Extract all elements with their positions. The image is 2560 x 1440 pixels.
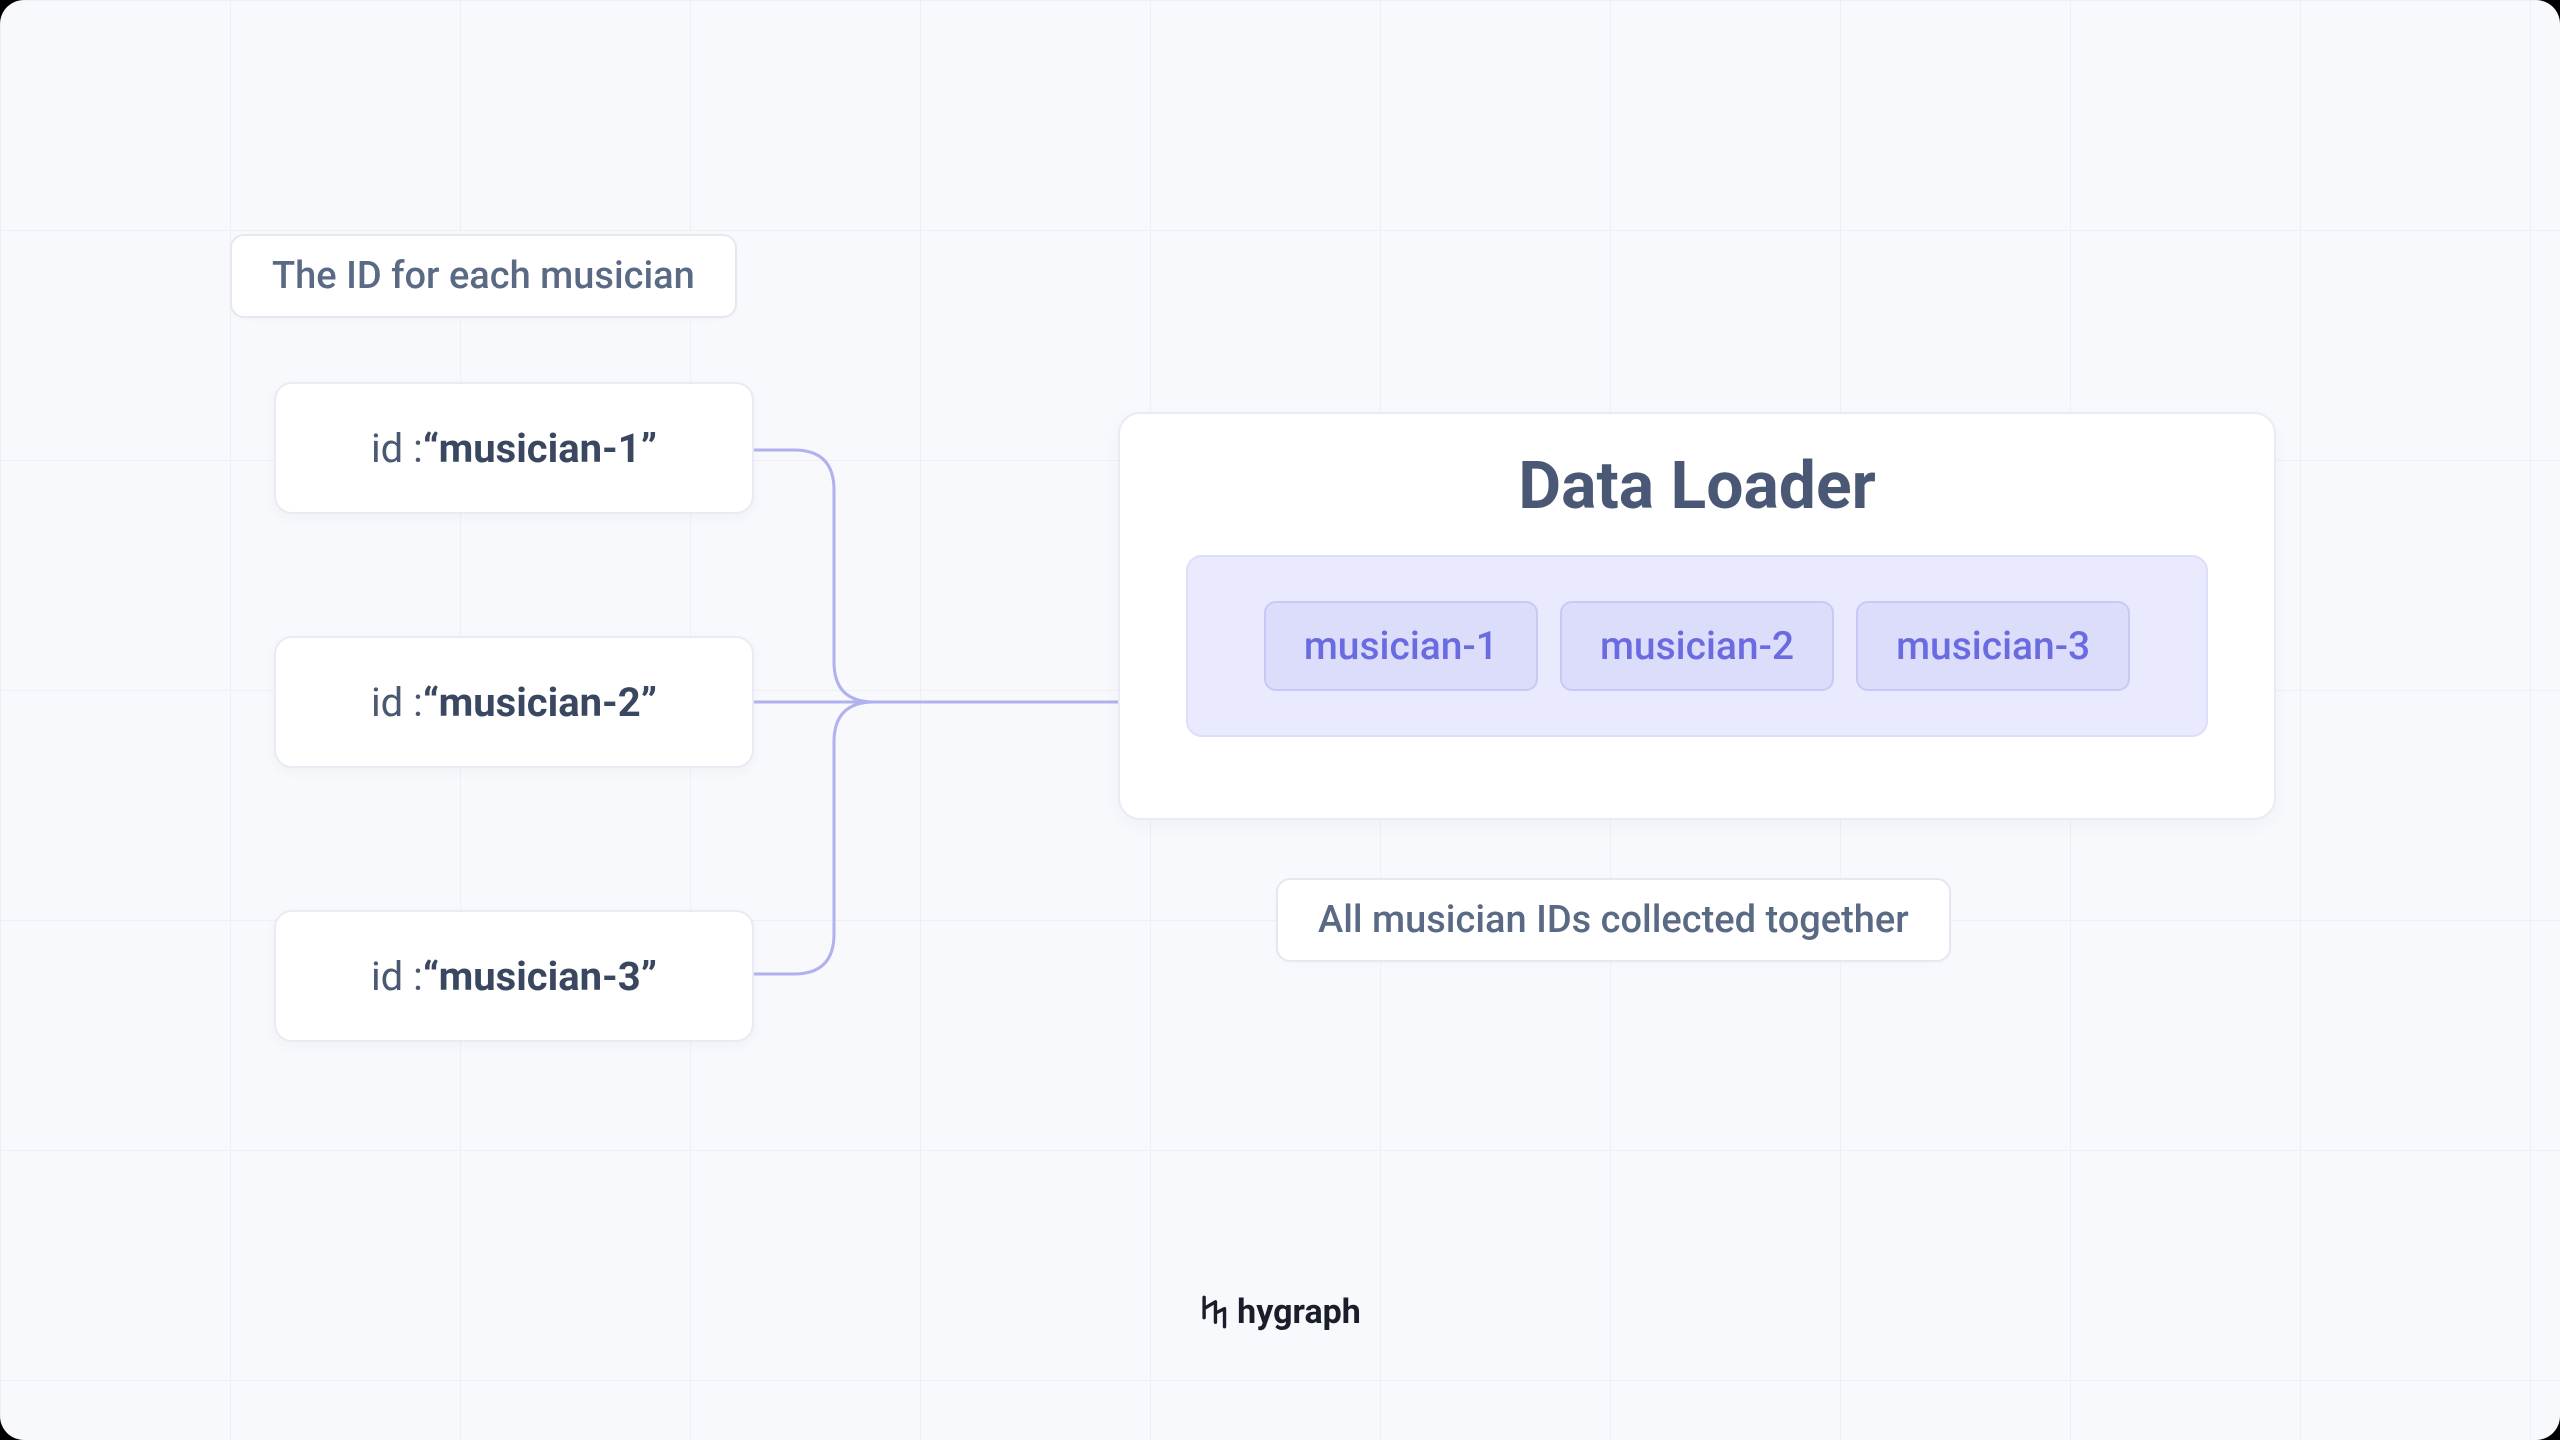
diagram-canvas: The ID for each musician id : “musician-…	[0, 0, 2560, 1440]
brand-logo: hygraph	[1199, 1292, 1361, 1332]
id-card: id : “musician-3”	[274, 910, 754, 1042]
id-prefix: id :	[371, 425, 423, 472]
id-card: id : “musician-2”	[274, 636, 754, 768]
loader-chip: musician-1	[1264, 601, 1538, 691]
id-prefix: id :	[371, 679, 423, 726]
hygraph-icon	[1199, 1295, 1227, 1329]
connector-lines	[754, 446, 1118, 978]
loader-title: Data Loader	[1518, 448, 1876, 525]
label-result: All musician IDs collected together	[1276, 878, 1951, 962]
id-prefix: id :	[371, 953, 423, 1000]
loader-tray: musician-1 musician-2 musician-3	[1186, 555, 2208, 737]
loader-chip: musician-3	[1856, 601, 2130, 691]
brand-text: hygraph	[1237, 1292, 1361, 1332]
id-value: “musician-2”	[423, 679, 657, 726]
data-loader-panel: Data Loader musician-1 musician-2 musici…	[1118, 412, 2276, 820]
id-card: id : “musician-1”	[274, 382, 754, 514]
id-value: “musician-1”	[423, 425, 657, 472]
label-source: The ID for each musician	[230, 234, 737, 318]
id-value: “musician-3”	[423, 953, 657, 1000]
loader-chip: musician-2	[1560, 601, 1834, 691]
